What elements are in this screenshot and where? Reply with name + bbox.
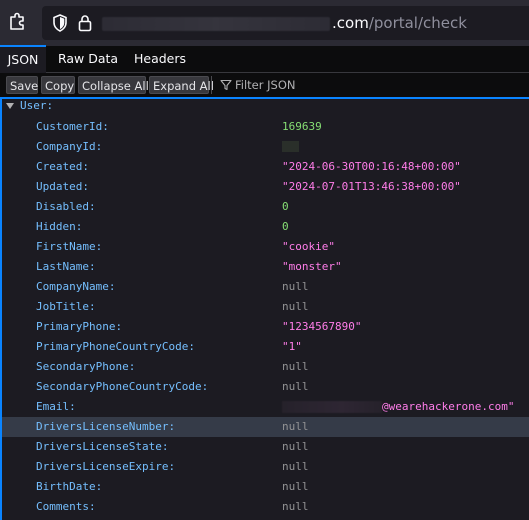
json-value: null — [282, 280, 309, 293]
json-value: 0 — [282, 200, 289, 213]
json-value: "cookie" — [282, 240, 335, 253]
tab-raw-data[interactable]: Raw Data — [52, 46, 124, 72]
json-row[interactable]: Updated: "2024-07-01T13:46:38+00:00" — [2, 177, 529, 197]
json-row[interactable]: Disabled: 0 — [2, 197, 529, 217]
json-viewer-tabs: JSON Raw Data Headers — [0, 45, 529, 74]
json-row[interactable]: Email: @wearehackerone.com" — [2, 397, 529, 417]
json-row[interactable]: DriversLicenseExpire: null — [2, 457, 529, 477]
json-row[interactable]: PrimaryPhone: "1234567890" — [2, 317, 529, 337]
json-key: DriversLicenseNumber: — [36, 420, 176, 433]
json-value: null — [282, 360, 309, 373]
json-row[interactable]: Hidden: 0 — [2, 217, 529, 237]
json-key: Hidden: — [36, 220, 83, 233]
tree-root-row[interactable]: User: — [2, 99, 529, 113]
json-row[interactable]: CustomerId: 169639 — [2, 117, 529, 137]
toolbar-divider — [211, 76, 212, 94]
json-key: SecondaryPhoneCountryCode: — [36, 380, 209, 393]
json-row[interactable]: LastName: "monster" — [2, 257, 529, 277]
json-value: null — [282, 380, 309, 393]
redacted-value — [282, 141, 299, 152]
json-value: null — [282, 460, 309, 473]
url-path: /portal/check — [368, 14, 467, 32]
json-key: CompanyName: — [36, 280, 116, 293]
root-key-user: User: — [20, 99, 54, 112]
json-key: FirstName: — [36, 240, 103, 253]
address-bar[interactable]: .com/portal/check — [42, 6, 529, 40]
json-row[interactable]: JobTitle: null — [2, 297, 529, 317]
json-key: PrimaryPhoneCountryCode: — [36, 340, 195, 353]
json-value: null — [282, 500, 309, 513]
collapse-all-button[interactable]: Collapse All — [78, 76, 149, 94]
json-row[interactable]: CompanyName: null — [2, 277, 529, 297]
json-key: CompanyId: — [36, 140, 103, 153]
json-value: "1234567890" — [282, 320, 362, 333]
copy-button[interactable]: Copy — [41, 76, 75, 94]
json-value: "1" — [282, 340, 302, 353]
json-key: Updated: — [36, 180, 89, 193]
extensions-icon[interactable] — [8, 12, 28, 32]
json-row[interactable]: DriversLicenseState: null — [2, 437, 529, 457]
expand-all-button[interactable]: Expand All — [149, 76, 214, 94]
expand-toggle-icon[interactable] — [6, 102, 14, 110]
lock-icon[interactable] — [78, 14, 92, 32]
filter-icon — [220, 79, 232, 91]
tracking-protection-shield-icon[interactable] — [52, 14, 68, 32]
filter-json-input[interactable] — [235, 76, 525, 94]
json-value: null — [282, 440, 309, 453]
url-domain-suffix: .com — [332, 14, 369, 32]
url-text[interactable]: .com/portal/check — [332, 14, 467, 32]
json-key: Email: — [36, 400, 76, 413]
save-button[interactable]: Save — [6, 76, 38, 94]
json-value: 169639 — [282, 120, 322, 133]
redacted-email-user — [282, 401, 382, 413]
tab-headers[interactable]: Headers — [128, 46, 192, 72]
json-key: DriversLicenseExpire: — [36, 460, 176, 473]
json-key: LastName: — [36, 260, 96, 273]
json-key: DriversLicenseState: — [36, 440, 169, 453]
json-toolbar: Save Copy Collapse All Expand All — [0, 73, 529, 99]
json-value: null — [282, 480, 309, 493]
json-key: Disabled: — [36, 200, 96, 213]
json-key: PrimaryPhone: — [36, 320, 123, 333]
json-row[interactable]: SecondaryPhoneCountryCode: null — [2, 377, 529, 397]
json-row[interactable]: PrimaryPhoneCountryCode: "1" — [2, 337, 529, 357]
json-value: null — [282, 300, 309, 313]
json-value: @wearehackerone.com" — [382, 400, 515, 413]
json-tree: User: CustomerId: 169639 CompanyId: Created… — [0, 99, 529, 520]
json-value: "2024-07-01T13:46:38+00:00" — [282, 180, 461, 193]
url-redacted-domain — [102, 17, 330, 31]
json-row[interactable]: Created: "2024-06-30T00:16:48+00:00" — [2, 157, 529, 177]
json-key: Created: — [36, 160, 89, 173]
json-row[interactable]: DriversLicenseNumber: null — [2, 417, 529, 437]
json-row[interactable]: FirstName: "cookie" — [2, 237, 529, 257]
json-row[interactable]: SecondaryPhone: null — [2, 357, 529, 377]
json-key: JobTitle: — [36, 300, 96, 313]
json-value: 0 — [282, 220, 289, 233]
browser-toolbar: .com/portal/check — [0, 0, 529, 47]
json-value: null — [282, 420, 309, 433]
json-key: BirthDate: — [36, 480, 103, 493]
json-row[interactable]: Comments: null — [2, 497, 529, 517]
json-row[interactable]: CompanyId: — [2, 137, 529, 157]
json-key: CustomerId: — [36, 120, 109, 133]
json-value: "monster" — [282, 260, 342, 273]
json-row[interactable]: BirthDate: null — [2, 477, 529, 497]
json-value: "2024-06-30T00:16:48+00:00" — [282, 160, 461, 173]
tab-json[interactable]: JSON — [0, 45, 46, 74]
json-key: Comments: — [36, 500, 96, 513]
json-key: SecondaryPhone: — [36, 360, 136, 373]
